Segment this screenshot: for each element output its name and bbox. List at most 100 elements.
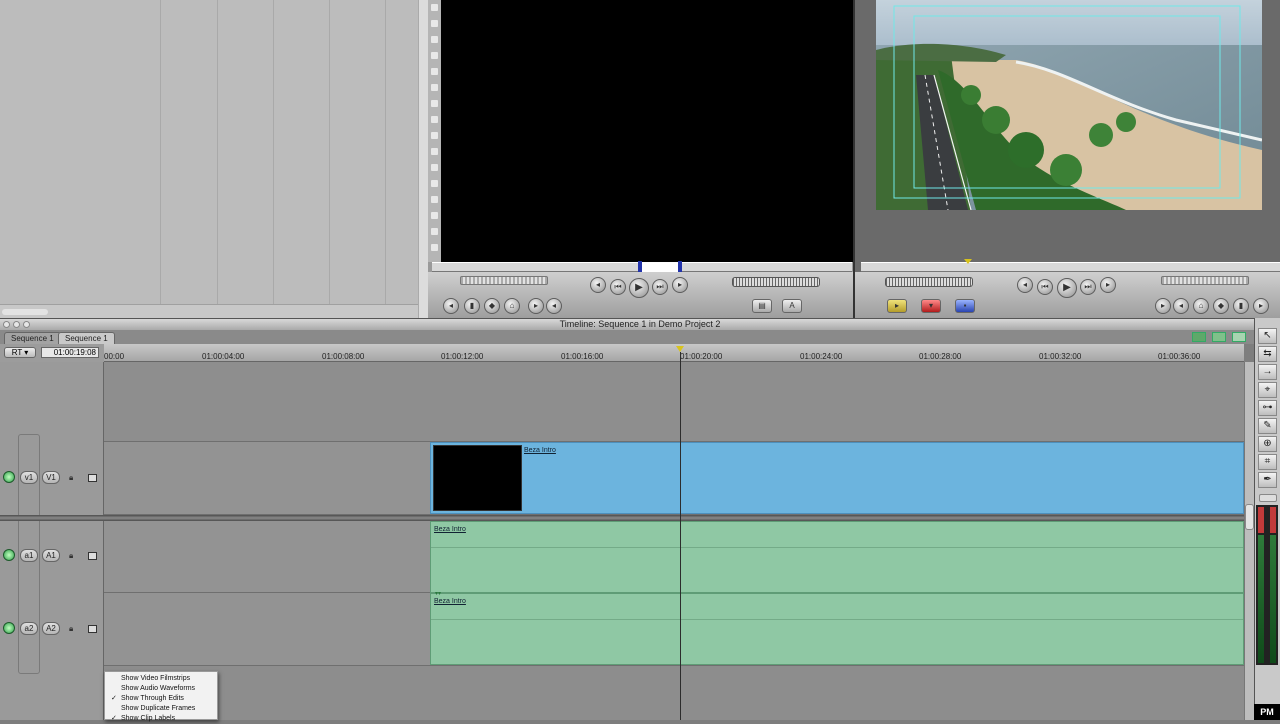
add-marker-button[interactable]: ⌂	[504, 298, 520, 314]
jog-control[interactable]	[885, 277, 973, 287]
track-height-button[interactable]	[1192, 332, 1206, 342]
audio-enable-toggle[interactable]	[3, 549, 15, 561]
clip-overlays-button[interactable]	[1212, 332, 1226, 342]
lock-icon[interactable]: 🔒︎	[69, 624, 77, 633]
match-frame-button[interactable]: ▸	[1253, 298, 1269, 314]
track-header-a2: a2 A2 🔒︎	[0, 593, 103, 665]
canvas-playhead[interactable]	[964, 259, 972, 264]
pen-tool-icon[interactable]: ✒	[1258, 472, 1277, 488]
timeline-ruler[interactable]: 00:00 01:00:04:00 01:00:08:00 01:00:12:0…	[104, 344, 1244, 362]
scroll-thumb[interactable]	[2, 309, 48, 315]
column-divider[interactable]	[385, 0, 386, 304]
replace-edit-button[interactable]: ▪	[955, 299, 975, 313]
play-in-to-out-button[interactable]: ◂	[1017, 277, 1033, 293]
slip-tool-icon[interactable]: ⊶	[1258, 400, 1277, 416]
rt-menu[interactable]: RT ▾	[4, 347, 36, 358]
mark-clip-button[interactable]: ▮	[464, 298, 480, 314]
timeline-playhead-line[interactable]	[680, 352, 681, 720]
audio-level-line[interactable]	[431, 619, 1243, 620]
audio-level-line[interactable]	[431, 547, 1243, 548]
insert-edit-button[interactable]: ▸	[887, 299, 907, 313]
auto-select-icon[interactable]	[88, 625, 97, 633]
play-around-button[interactable]: ▸	[672, 277, 688, 293]
play-around-button[interactable]: ▸	[1100, 277, 1116, 293]
next-edit-button[interactable]: ⏭	[652, 279, 668, 295]
canvas-scrubber-bar[interactable]	[861, 259, 1280, 272]
stereo-link-icon: ▾▾	[435, 591, 442, 597]
menu-item-show-duplicate-frames[interactable]: Show Duplicate Frames	[105, 704, 217, 714]
tab-sequence-1-active[interactable]: Sequence 1	[58, 332, 115, 344]
add-marker-button[interactable]: ⌂	[1193, 298, 1209, 314]
menu-item-show-clip-labels[interactable]: ✓ Show Clip Labels	[105, 714, 217, 724]
mark-out-button[interactable]: ◂	[546, 298, 562, 314]
auto-select-icon[interactable]	[88, 474, 97, 482]
mark-out-button[interactable]: ◂	[1173, 298, 1189, 314]
menu-item-show-video-filmstrips[interactable]: Show Video Filmstrips	[105, 674, 217, 684]
previous-edit-button[interactable]: ⏮	[1037, 279, 1053, 295]
linking-button[interactable]	[1232, 332, 1246, 342]
source-control-a1[interactable]: a1	[20, 549, 38, 562]
next-edit-button[interactable]: ⏭	[1080, 279, 1096, 295]
zoom-button[interactable]	[23, 321, 30, 328]
timeline-titlebar[interactable]: Timeline: Sequence 1 in Demo Project 2	[0, 318, 1280, 330]
mark-clip-button[interactable]: ▮	[1233, 298, 1249, 314]
audio-enable-toggle[interactable]	[3, 622, 15, 634]
menu-item-show-through-edits[interactable]: ✓ Show Through Edits	[105, 694, 217, 704]
track-visibility-toggle[interactable]	[3, 471, 15, 483]
dest-control-v1[interactable]: V1	[42, 471, 60, 484]
match-frame-button[interactable]: ◂	[443, 298, 459, 314]
timecode-field[interactable]: 01:00:19:08	[41, 347, 99, 358]
minimize-button[interactable]	[13, 321, 20, 328]
generator-button[interactable]: A	[782, 299, 802, 313]
shuttle-control[interactable]	[460, 276, 548, 285]
add-keyframe-button[interactable]: ◆	[484, 298, 500, 314]
video-clip[interactable]: Beza Intro	[430, 442, 1244, 514]
mark-in-button[interactable]: ▸	[1155, 298, 1171, 314]
browser-pane[interactable]	[0, 0, 418, 318]
add-keyframe-button[interactable]: ◆	[1213, 298, 1229, 314]
audio-clip-a1[interactable]: Beza Intro	[430, 521, 1244, 593]
browser-scrollbar[interactable]	[0, 304, 418, 318]
track-forward-tool-icon[interactable]: →	[1258, 364, 1277, 380]
zoom-tool-icon[interactable]: ⊕	[1258, 436, 1277, 452]
razor-tool-icon[interactable]: ✎	[1258, 418, 1277, 434]
overwrite-edit-button[interactable]: ▾	[921, 299, 941, 313]
viewer-video-area[interactable]	[441, 0, 853, 262]
in-point-marker[interactable]	[638, 261, 642, 272]
ruler-label: 01:00:20:00	[680, 352, 723, 361]
column-divider[interactable]	[160, 0, 161, 304]
selection-tool-icon[interactable]: ↖	[1258, 328, 1277, 344]
shuttle-control[interactable]	[1161, 276, 1249, 285]
dest-control-a1[interactable]: A1	[42, 549, 60, 562]
column-divider[interactable]	[217, 0, 218, 304]
viewer-scrubber-bar[interactable]	[432, 261, 852, 272]
source-control-v1[interactable]: v1	[20, 471, 38, 484]
recent-clips-button[interactable]: ▤	[752, 299, 772, 313]
lock-icon[interactable]: 🔒︎	[69, 473, 77, 482]
column-divider[interactable]	[329, 0, 330, 304]
timeline-vertical-scrollbar[interactable]	[1244, 362, 1254, 720]
previous-edit-button[interactable]: ⏮	[610, 279, 626, 295]
dest-control-a2[interactable]: A2	[42, 622, 60, 635]
empty-track-space[interactable]	[104, 362, 1244, 442]
audio-clip-a2[interactable]: ▾▾ Beza Intro	[430, 591, 1244, 665]
scroll-thumb[interactable]	[1245, 504, 1254, 530]
close-button[interactable]	[3, 321, 10, 328]
jog-control[interactable]	[732, 277, 820, 287]
play-button[interactable]: ▶	[1057, 278, 1077, 298]
pane-divider[interactable]	[418, 0, 428, 318]
column-divider[interactable]	[273, 0, 274, 304]
edit-selection-tool-icon[interactable]: ⇆	[1258, 346, 1277, 362]
auto-select-icon[interactable]	[88, 552, 97, 560]
canvas-video-frame[interactable]	[876, 0, 1262, 210]
crop-tool-icon[interactable]: ⌗	[1258, 454, 1277, 470]
roll-tool-icon[interactable]: ⌖	[1258, 382, 1277, 398]
mark-in-button[interactable]: ▸	[528, 298, 544, 314]
out-point-marker[interactable]	[678, 261, 682, 272]
menu-item-show-audio-waveforms[interactable]: Show Audio Waveforms	[105, 684, 217, 694]
play-button[interactable]: ▶	[629, 278, 649, 298]
source-control-a2[interactable]: a2	[20, 622, 38, 635]
play-in-to-out-button[interactable]: ◂	[590, 277, 606, 293]
lock-icon[interactable]: 🔒︎	[69, 551, 77, 560]
tab-sequence-1[interactable]: Sequence 1	[4, 332, 61, 344]
